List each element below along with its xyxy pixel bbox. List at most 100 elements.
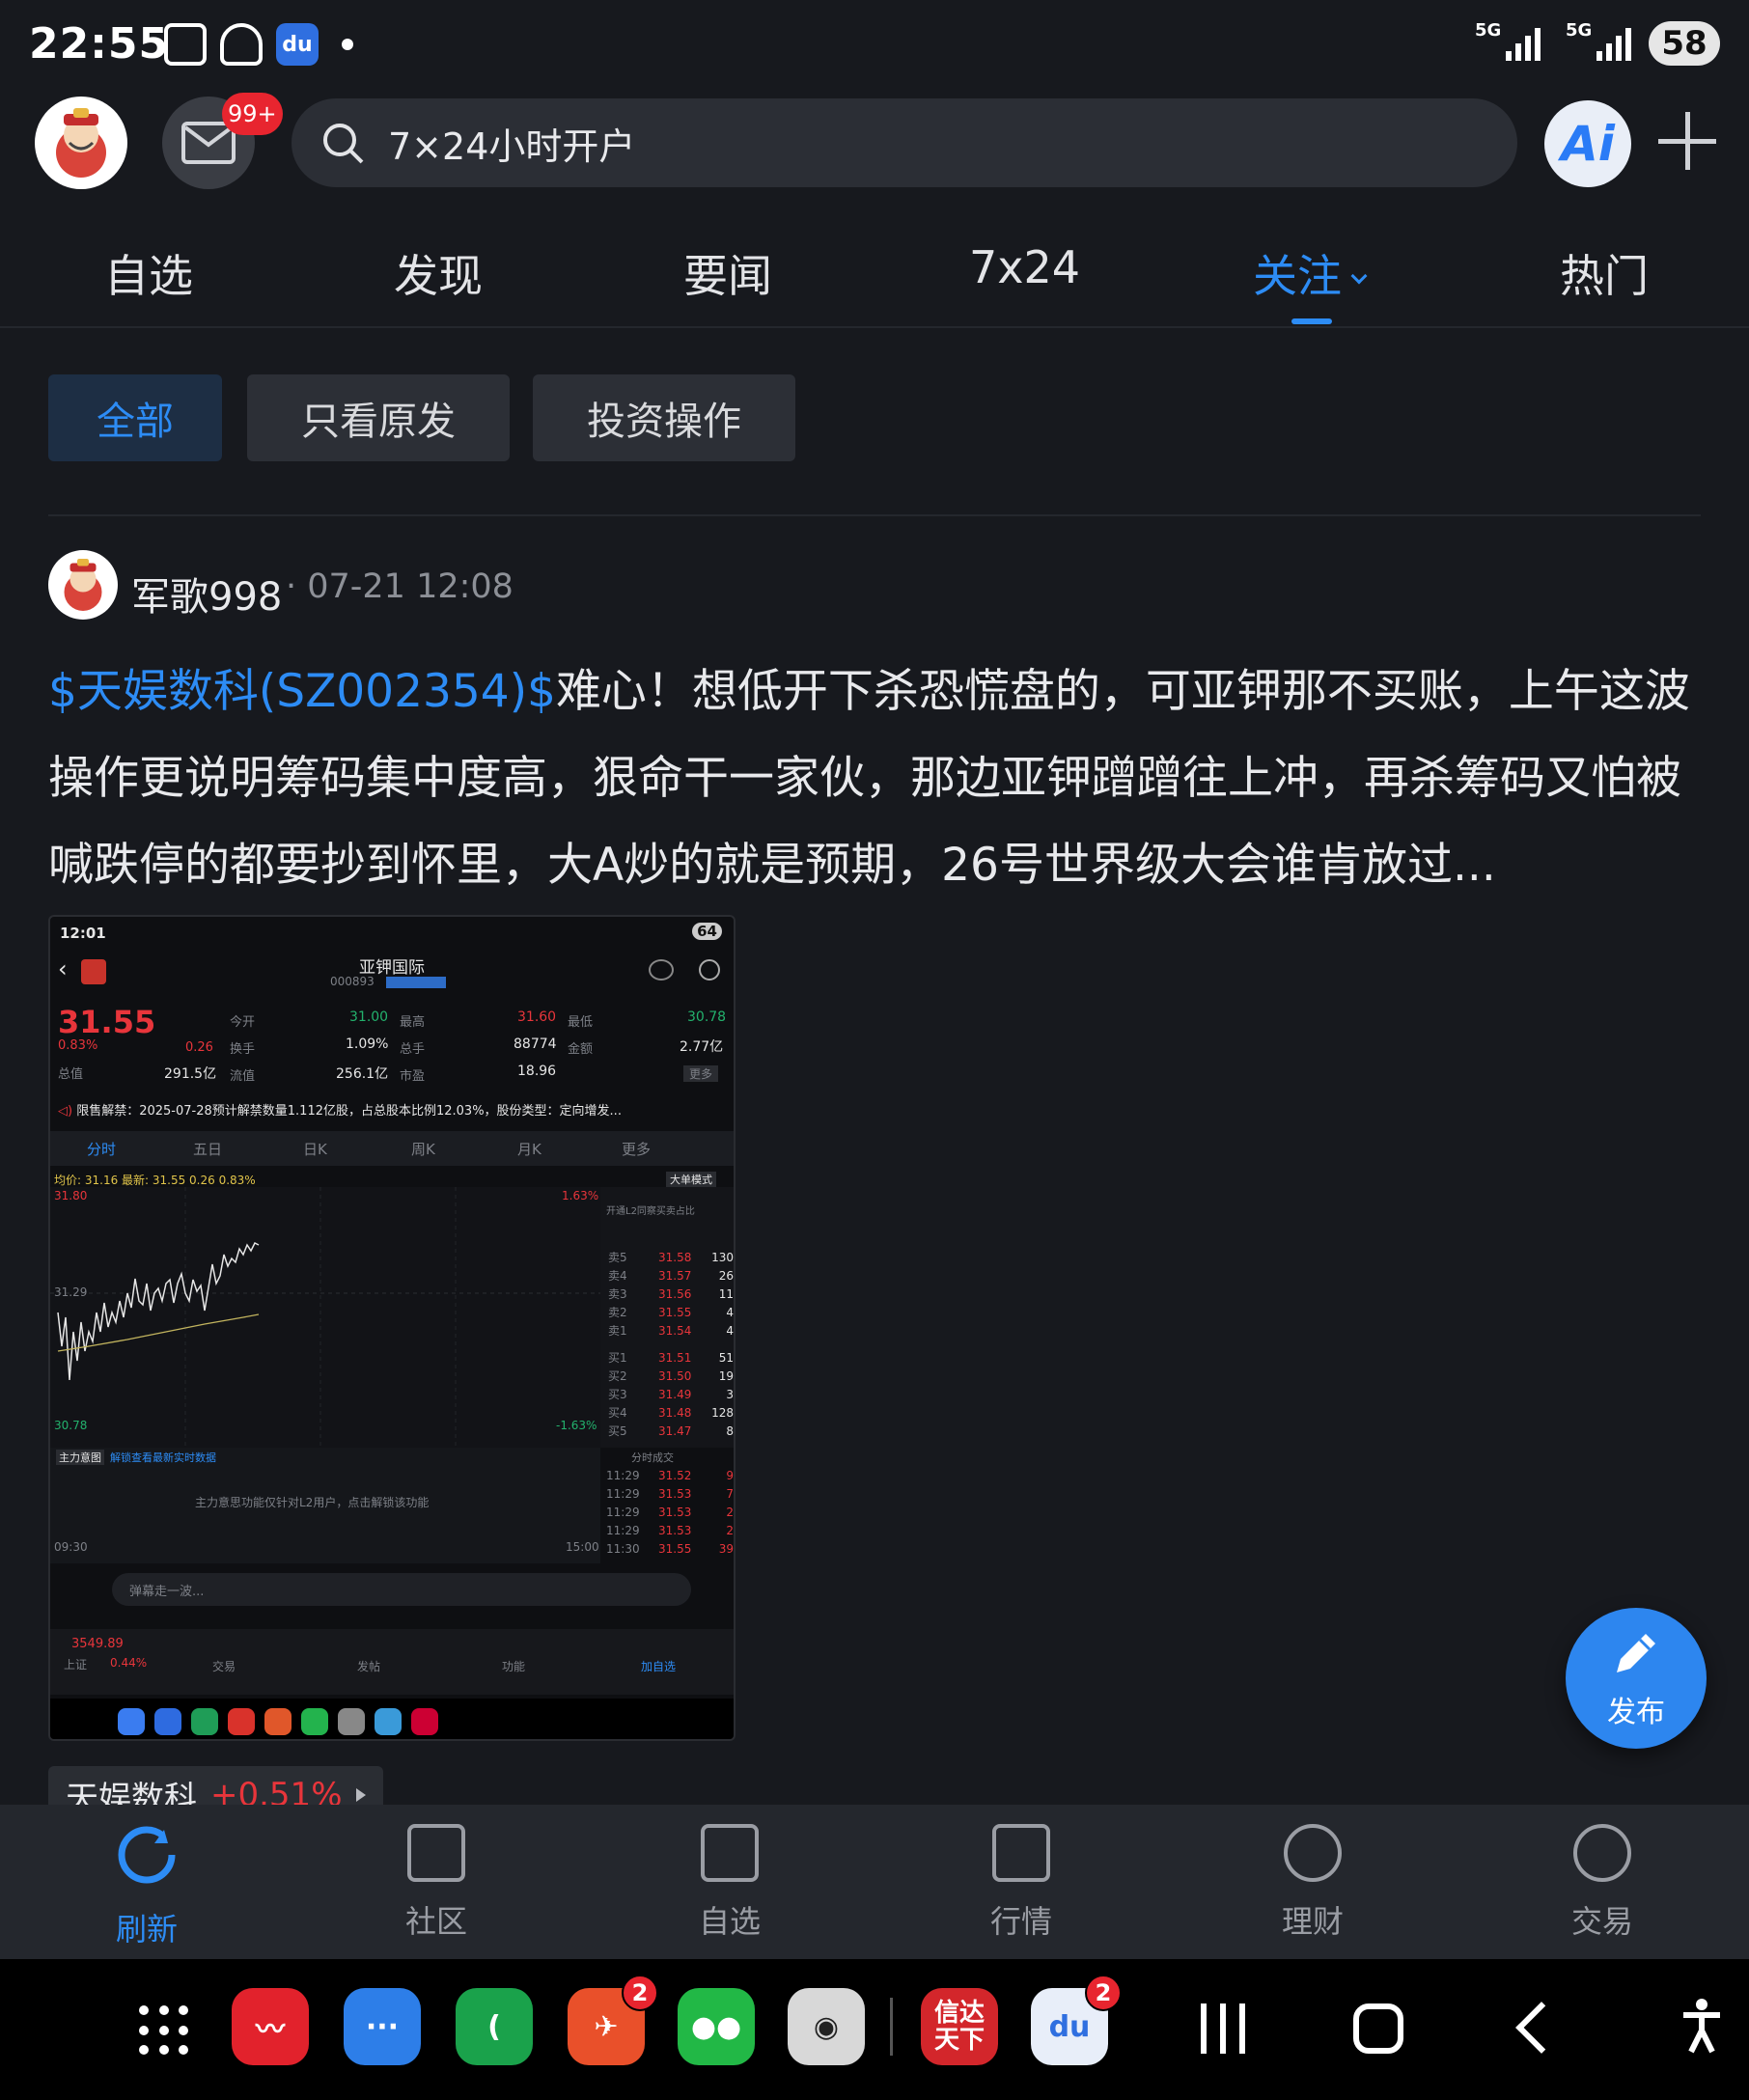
search-placeholder: 7×24小时开户 <box>388 124 636 168</box>
img-app-icon <box>301 1708 328 1735</box>
img-y-top: 31.80 <box>54 1189 88 1202</box>
wechat-app-icon[interactable]: ●● <box>678 1988 755 2065</box>
ai-button[interactable]: Ai <box>1544 100 1631 187</box>
img-intraday-chart <box>50 1187 600 1448</box>
bid-label: 买4 <box>608 1406 627 1420</box>
network-label: 5G <box>1475 20 1502 41</box>
publish-button[interactable]: 发布 <box>1566 1608 1707 1749</box>
divider <box>48 514 1701 516</box>
img-volume-label: 总手 <box>400 1042 426 1057</box>
img-open: 31.00 <box>349 1009 389 1025</box>
filter-all[interactable]: 全部 <box>48 374 222 461</box>
xinda-app-icon[interactable]: 信达天下 <box>921 1988 998 2065</box>
trade-time: 11:29 <box>606 1487 640 1501</box>
baidu-app-icon[interactable]: du 2 <box>1031 1975 1122 2065</box>
nav-community[interactable]: 社区 <box>369 1824 504 1942</box>
tab-hot[interactable]: 热门 <box>1560 241 1649 305</box>
back-button[interactable] <box>1515 2002 1568 2054</box>
ask-price: 31.55 <box>658 1306 692 1319</box>
post-author-name[interactable]: 军歌998 <box>131 566 282 622</box>
bid-price: 31.47 <box>658 1424 692 1438</box>
search-bar[interactable]: 7×24小时开户 <box>292 98 1517 187</box>
add-icon[interactable] <box>1658 112 1716 170</box>
img-open-label: 今开 <box>230 1015 256 1030</box>
img-amount-label: 金额 <box>568 1042 594 1057</box>
hearing-icon <box>220 23 263 66</box>
camera-app-icon[interactable]: ◉ <box>788 1988 865 2065</box>
chart-icon <box>992 1824 1050 1882</box>
tab-following[interactable]: 关注 <box>1253 241 1368 305</box>
tab-discover[interactable]: 发现 <box>394 241 483 305</box>
img-tab-5: 更多 <box>622 1141 652 1158</box>
nav-wealth-label: 理财 <box>1281 1903 1344 1940</box>
bid-price: 31.49 <box>658 1388 692 1401</box>
img-app-icon <box>338 1708 365 1735</box>
phone-app-icon[interactable]: ( <box>456 1988 533 2065</box>
bid-label: 买2 <box>608 1369 627 1383</box>
img-ask-prices: 31.58 31.57 31.56 31.55 31.54 <box>658 1249 691 1340</box>
home-button[interactable] <box>1353 2003 1403 2054</box>
img-pe-label: 市盈 <box>400 1069 426 1084</box>
accessibility-icon[interactable] <box>1680 1998 1724 2058</box>
img-speaker-icon: ◁) <box>58 1104 73 1119</box>
user-avatar[interactable] <box>35 97 127 189</box>
unread-badge: 99+ <box>222 93 283 135</box>
img-open-l2: 开通L2同察买卖占比 <box>606 1206 695 1217</box>
recorder-app-icon[interactable]: 〰 <box>232 1988 309 2065</box>
app-drawer-icon[interactable] <box>139 2005 191 2058</box>
ask-price: 31.57 <box>658 1269 692 1283</box>
nav-refresh[interactable]: 刷新 <box>79 1824 214 1949</box>
tab-7x24[interactable]: 7x24 <box>969 241 1080 293</box>
img-tab-4: 月K <box>517 1141 541 1158</box>
tab-news[interactable]: 要闻 <box>683 241 772 305</box>
filter-investment[interactable]: 投资操作 <box>533 374 795 461</box>
trade-vol: 9 <box>726 1469 734 1482</box>
img-bottom-post: 发帖 <box>357 1660 381 1673</box>
nav-watchlist[interactable]: 自选 <box>662 1824 797 1942</box>
recents-button[interactable] <box>1201 2003 1245 2054</box>
ask-label: 卖1 <box>608 1324 627 1338</box>
post-body[interactable]: $天娱数科(SZ002354)$难心！想低开下杀恐慌盘的，可亚钾那不买账，上午这… <box>48 649 1708 909</box>
img-high: 31.60 <box>517 1009 557 1025</box>
img-app-icon <box>375 1708 402 1735</box>
tab-following-label: 关注 <box>1253 250 1342 302</box>
publish-label: 发布 <box>1607 1696 1665 1729</box>
post-image[interactable]: 12:01 64 ‹ 亚钾国际 000893 31.55 0.83% 0.26 … <box>48 915 736 1741</box>
img-tab-2: 日K <box>303 1141 327 1158</box>
trade-vol: 39 <box>718 1542 734 1556</box>
ask-price: 31.58 <box>658 1251 692 1264</box>
trade-time: 11:29 <box>606 1524 640 1537</box>
img-trade-vols: 9 7 2 2 39 <box>707 1467 734 1559</box>
trade-time: 11:30 <box>606 1542 640 1556</box>
signal-icon-2: 5G <box>1566 20 1631 61</box>
nav-market[interactable]: 行情 <box>954 1824 1089 1942</box>
img-app-icon <box>264 1708 292 1735</box>
img-tab-1: 五日 <box>193 1141 223 1158</box>
img-turnover-label: 换手 <box>230 1042 256 1057</box>
email-app-icon[interactable]: ✈ 2 <box>568 1975 658 2065</box>
trade-price: 31.53 <box>658 1487 692 1501</box>
post-author-avatar[interactable] <box>48 550 118 620</box>
ask-vol: 130 <box>711 1251 734 1264</box>
img-high-label: 最高 <box>400 1015 426 1030</box>
img-trade-times: 11:29 11:29 11:29 11:29 11:30 <box>606 1467 640 1559</box>
img-robot-icon <box>649 959 674 981</box>
nav-trade-label: 交易 <box>1570 1903 1633 1940</box>
nav-trade[interactable]: 交易 <box>1535 1824 1670 1942</box>
img-pct-top: 1.63% <box>562 1189 599 1202</box>
bid-price: 31.51 <box>658 1351 692 1365</box>
messages-app-icon[interactable]: ··· <box>344 1988 421 2065</box>
filter-original[interactable]: 只看原发 <box>247 374 510 461</box>
ask-vol: 4 <box>726 1306 734 1319</box>
img-ask-vols: 130 26 11 4 4 <box>707 1249 734 1340</box>
battery-indicator: 58 <box>1649 21 1720 66</box>
stock-link[interactable]: $天娱数科(SZ002354)$ <box>48 665 556 718</box>
nav-refresh-label: 刷新 <box>115 1911 178 1948</box>
pencil-icon <box>1617 1634 1655 1672</box>
img-ask-labels: 卖5 卖4 卖3 卖2 卖1 <box>608 1249 627 1340</box>
tab-watchlist[interactable]: 自选 <box>104 241 193 305</box>
nav-wealth[interactable]: 理财 <box>1245 1824 1380 1942</box>
notification-icons: du <box>164 23 353 66</box>
img-l2-only: 主力意思功能仅针对L2用户，点击解锁该功能 <box>195 1496 430 1509</box>
ask-label: 卖2 <box>608 1306 627 1319</box>
